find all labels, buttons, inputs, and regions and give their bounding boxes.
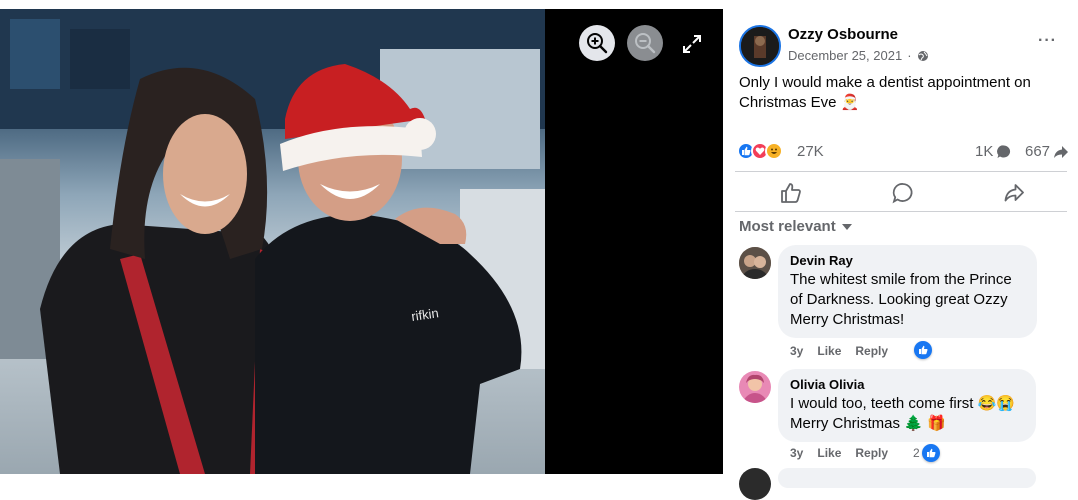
fullscreen-button[interactable] (680, 32, 704, 56)
comment-like-button[interactable]: Like (817, 446, 841, 460)
share-button[interactable] (1001, 180, 1027, 206)
comment-text: The whitest smile from the Prince of Dar… (790, 271, 1012, 328)
share-icon (1004, 184, 1024, 202)
commenter-avatar-partial[interactable] (739, 468, 771, 500)
comment-sort-dropdown[interactable]: Most relevant (739, 218, 852, 235)
comment-button[interactable] (890, 180, 916, 206)
chevron-down-icon (841, 223, 852, 230)
photo-illustration: rifkin (0, 9, 545, 474)
avatar-image (739, 247, 771, 279)
post-date[interactable]: December 25, 2021 · (788, 48, 929, 63)
post-caption: Only I would make a dentist appointment … (739, 74, 1031, 111)
avatar-image (741, 27, 779, 65)
divider (735, 171, 1067, 172)
zoom-out-button[interactable] (627, 25, 663, 61)
comment-actions: 3y Like Reply (790, 344, 902, 358)
comment-count[interactable]: 1K (975, 143, 1012, 160)
comment-reaction-count: 2 (913, 446, 920, 460)
comment-reactions[interactable]: 2 (913, 444, 940, 462)
commenter-avatar[interactable] (739, 247, 771, 279)
share-count-value: 667 (1025, 143, 1051, 160)
comment-count-value: 1K (975, 143, 994, 160)
comment-bubble: Devin Ray The whitest smile from the Pri… (778, 245, 1037, 338)
comment-count-icon (997, 144, 1011, 158)
like-button[interactable] (778, 180, 804, 206)
comment-age[interactable]: 3y (790, 344, 803, 358)
author-avatar[interactable] (739, 25, 781, 67)
zoom-in-button[interactable] (579, 25, 615, 61)
divider (735, 211, 1067, 212)
zoom-in-icon (587, 33, 608, 54)
globe-icon (917, 50, 928, 61)
top-strip (0, 0, 1078, 9)
author-name[interactable]: Ozzy Osbourne (788, 26, 898, 43)
commenter-name[interactable]: Olivia Olivia (790, 377, 1024, 392)
comment-actions: 3y Like Reply (790, 446, 902, 460)
commenter-name[interactable]: Devin Ray (790, 253, 1025, 268)
comment-bubble-partial (778, 468, 1036, 488)
comment-reply-button[interactable]: Reply (855, 344, 888, 358)
reaction-count[interactable]: 27K (797, 143, 824, 160)
share-count-icon (1054, 145, 1069, 158)
share-count[interactable]: 667 (1025, 143, 1069, 160)
reaction-icons[interactable] (737, 142, 783, 160)
comment-text: I would too, teeth come first 😂😭 Merry C… (790, 395, 1015, 432)
zoom-out-icon (635, 33, 656, 54)
post-date-text: December 25, 2021 (788, 48, 903, 63)
comment-sort-label: Most relevant (739, 218, 836, 235)
viewer-background (545, 9, 723, 474)
date-separator: · (907, 48, 912, 63)
haha-reaction-icon (765, 142, 783, 160)
more-icon[interactable]: ··· (1038, 32, 1057, 50)
comment-bubble: Olivia Olivia I would too, teeth come fi… (778, 369, 1036, 442)
avatar-image (739, 371, 771, 403)
commenter-avatar[interactable] (739, 371, 771, 403)
post-photo[interactable]: rifkin (0, 9, 545, 474)
like-reaction-icon (914, 341, 932, 359)
expand-icon (683, 35, 701, 53)
comment-like-button[interactable]: Like (817, 344, 841, 358)
comment-reactions[interactable] (912, 341, 932, 359)
like-icon (781, 183, 801, 203)
comment-icon (892, 183, 913, 204)
like-reaction-icon (921, 444, 940, 462)
comment-age[interactable]: 3y (790, 446, 803, 460)
comment-reply-button[interactable]: Reply (855, 446, 888, 460)
